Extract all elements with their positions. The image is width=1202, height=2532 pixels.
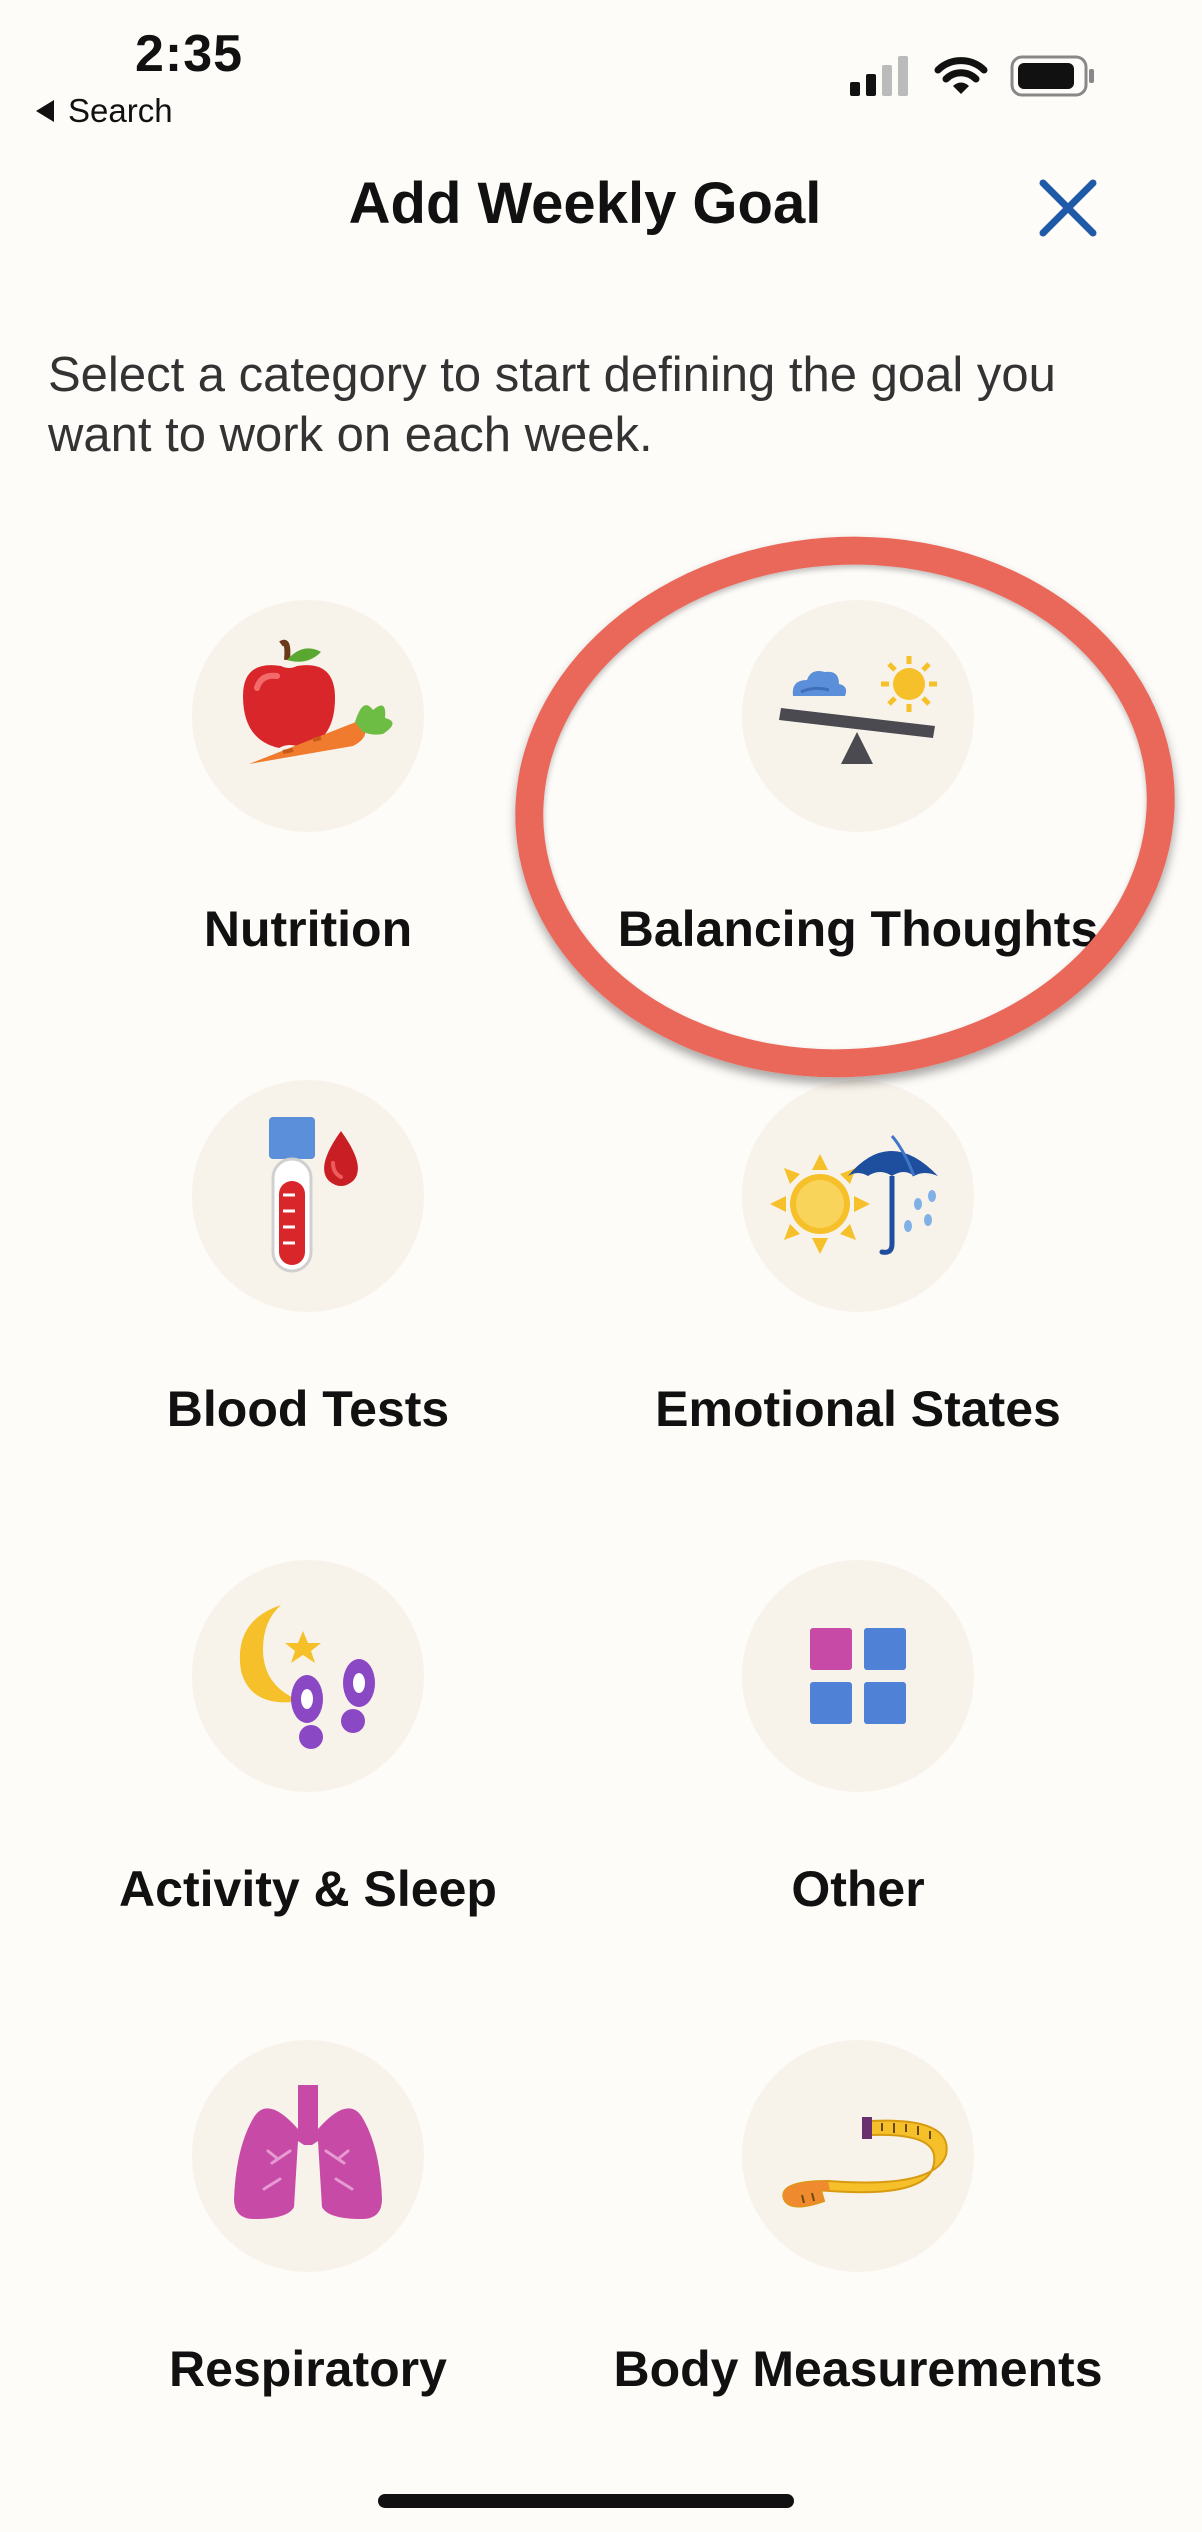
measuring-tape-icon xyxy=(782,2117,948,2208)
close-button[interactable] xyxy=(1035,175,1101,241)
back-label: Search xyxy=(68,92,173,129)
category-label: Emotional States xyxy=(655,1381,1061,1437)
back-to-search-link[interactable]: Search xyxy=(36,92,173,130)
battery-icon xyxy=(1010,55,1094,97)
balancing-thoughts-icon-circle xyxy=(742,600,974,832)
home-indicator[interactable] xyxy=(378,2494,794,2508)
category-label: Balancing Thoughts xyxy=(617,901,1099,957)
category-label: Nutrition xyxy=(203,901,413,957)
emotional-states-icon-circle xyxy=(742,1080,974,1312)
grid-squares-icon xyxy=(810,1628,906,1724)
category-label: Blood Tests xyxy=(166,1381,450,1437)
blood-tests-icon-circle xyxy=(192,1080,424,1312)
respiratory-icon-circle xyxy=(192,2040,424,2272)
activity-sleep-icon-circle xyxy=(192,1560,424,1792)
category-activity-sleep[interactable]: Activity & Sleep xyxy=(28,1560,588,1960)
category-respiratory[interactable]: Respiratory xyxy=(28,2040,588,2440)
category-blood-tests[interactable]: Blood Tests xyxy=(28,1080,588,1480)
seesaw-icon xyxy=(779,656,937,764)
category-label: Activity & Sleep xyxy=(119,1861,497,1917)
category-label: Body Measurements xyxy=(613,2341,1103,2397)
status-icons xyxy=(850,55,1096,97)
lungs-icon xyxy=(234,2085,382,2219)
category-nutrition[interactable]: Nutrition xyxy=(28,600,588,1000)
moon-footprints-icon xyxy=(239,1605,375,1749)
apple-carrot-icon xyxy=(243,639,393,764)
category-label: Respiratory xyxy=(169,2341,447,2397)
back-arrow-icon xyxy=(36,100,54,122)
page-title: Add Weekly Goal xyxy=(348,171,822,236)
body-measurements-icon-circle xyxy=(742,2040,974,2272)
category-balancing-thoughts[interactable]: Balancing Thoughts xyxy=(578,600,1138,1000)
category-other[interactable]: Other xyxy=(578,1560,1138,1960)
wifi-icon xyxy=(934,57,988,94)
sun-umbrella-icon xyxy=(770,1135,938,1255)
cellular-signal-icon xyxy=(850,56,908,96)
category-body-measurements[interactable]: Body Measurements xyxy=(578,2040,1138,2440)
other-icon-circle xyxy=(742,1560,974,1792)
test-tube-icon xyxy=(269,1117,358,1273)
category-emotional-states[interactable]: Emotional States xyxy=(578,1080,1138,1480)
category-label: Other xyxy=(791,1861,925,1917)
close-icon xyxy=(1039,179,1097,237)
add-weekly-goal-screen: 2:35 Search Add Weekly Goal Select a cat xyxy=(0,0,1202,2532)
intro-text: Select a category to start defining the … xyxy=(48,348,1056,462)
status-time: 2:35 xyxy=(135,25,244,83)
nutrition-icon-circle xyxy=(192,600,424,832)
